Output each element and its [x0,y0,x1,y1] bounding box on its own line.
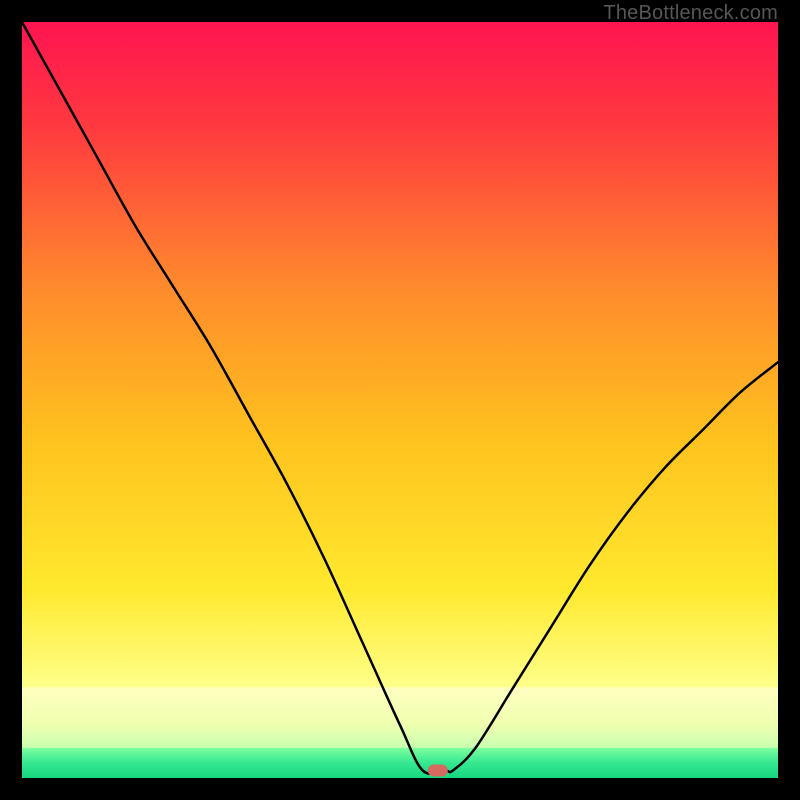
pale-band [22,687,778,747]
optimum-marker [428,764,448,776]
chart-plot [22,22,778,778]
watermark-text: TheBottleneck.com [603,2,778,25]
chart-container: TheBottleneck.com [0,0,800,800]
gradient-background [22,22,778,778]
green-band [22,748,778,778]
